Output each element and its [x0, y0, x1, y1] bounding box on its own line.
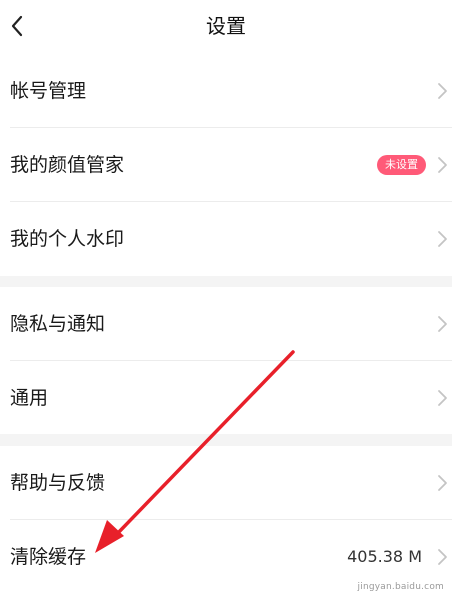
section-gap: [0, 434, 452, 446]
settings-group-privacy: 隐私与通知 通用: [0, 287, 452, 435]
chevron-right-icon: [438, 231, 447, 247]
chevron-right-icon: [438, 83, 447, 99]
settings-group-help: 帮助与反馈 清除缓存 405.38 M: [0, 446, 452, 594]
settings-item-label: 帐号管理: [10, 80, 87, 102]
site-watermark: jingyan.baidu.com: [357, 582, 444, 592]
app-header: 设置: [0, 0, 452, 54]
settings-item-general[interactable]: 通用: [0, 361, 452, 435]
settings-item-label: 帮助与反馈: [10, 472, 106, 494]
section-gap: [0, 276, 452, 287]
settings-item-label: 通用: [10, 387, 49, 409]
settings-item-beauty-manager[interactable]: 我的颜值管家 未设置: [0, 128, 452, 202]
settings-item-help-feedback[interactable]: 帮助与反馈: [0, 446, 452, 520]
page-title: 设置: [206, 14, 246, 38]
settings-group-account: 帐号管理 我的颜值管家 未设置 我的个人水印: [0, 54, 452, 276]
chevron-right-icon: [438, 475, 447, 491]
not-set-badge: 未设置: [377, 155, 426, 175]
settings-item-account[interactable]: 帐号管理: [0, 54, 452, 128]
chevron-right-icon: [438, 316, 447, 332]
settings-item-label: 隐私与通知: [10, 313, 106, 335]
chevron-right-icon: [438, 157, 447, 173]
settings-item-label: 清除缓存: [10, 546, 87, 568]
settings-item-personal-watermark[interactable]: 我的个人水印: [0, 202, 452, 276]
chevron-right-icon: [438, 549, 447, 565]
settings-item-privacy[interactable]: 隐私与通知: [0, 287, 452, 361]
chevron-right-icon: [438, 390, 447, 406]
settings-item-label: 我的个人水印: [10, 228, 125, 250]
settings-item-label: 我的颜值管家: [10, 154, 125, 176]
